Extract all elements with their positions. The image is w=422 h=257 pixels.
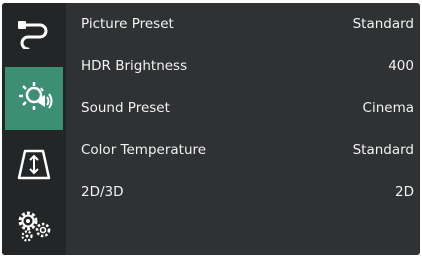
settings-menu: Picture Preset Standard HDR Brightness 4…: [66, 3, 420, 255]
row-value: Standard: [352, 142, 414, 158]
menu-row-2d-3d[interactable]: 2D/3D 2D: [66, 171, 420, 213]
sidebar-item-settings[interactable]: [2, 199, 66, 251]
row-value: 400: [388, 58, 414, 74]
sidebar-item-picture-sound[interactable]: [5, 67, 63, 130]
row-label: Color Temperature: [81, 142, 207, 158]
row-value: Standard: [352, 16, 414, 32]
menu-row-sound-preset[interactable]: Sound Preset Cinema: [66, 87, 420, 129]
row-value: 2D: [395, 184, 414, 200]
row-label: Sound Preset: [81, 100, 170, 116]
gears-icon: [15, 207, 53, 243]
picture-settings-icon: [15, 81, 53, 116]
keystone-icon: [16, 148, 52, 182]
cable-icon: [16, 19, 52, 49]
row-label: 2D/3D: [81, 184, 124, 200]
sidebar-item-connection[interactable]: [2, 9, 66, 59]
row-label: HDR Brightness: [81, 58, 188, 74]
sidebar-item-keystone[interactable]: [2, 139, 66, 191]
row-value: Cinema: [362, 100, 414, 116]
row-label: Picture Preset: [81, 16, 174, 32]
settings-screen: Picture Preset Standard HDR Brightness 4…: [2, 3, 420, 255]
menu-row-picture-preset[interactable]: Picture Preset Standard: [66, 3, 420, 45]
menu-row-color-temperature[interactable]: Color Temperature Standard: [66, 129, 420, 171]
menu-row-hdr-brightness[interactable]: HDR Brightness 400: [66, 45, 420, 87]
sidebar: [2, 3, 66, 255]
